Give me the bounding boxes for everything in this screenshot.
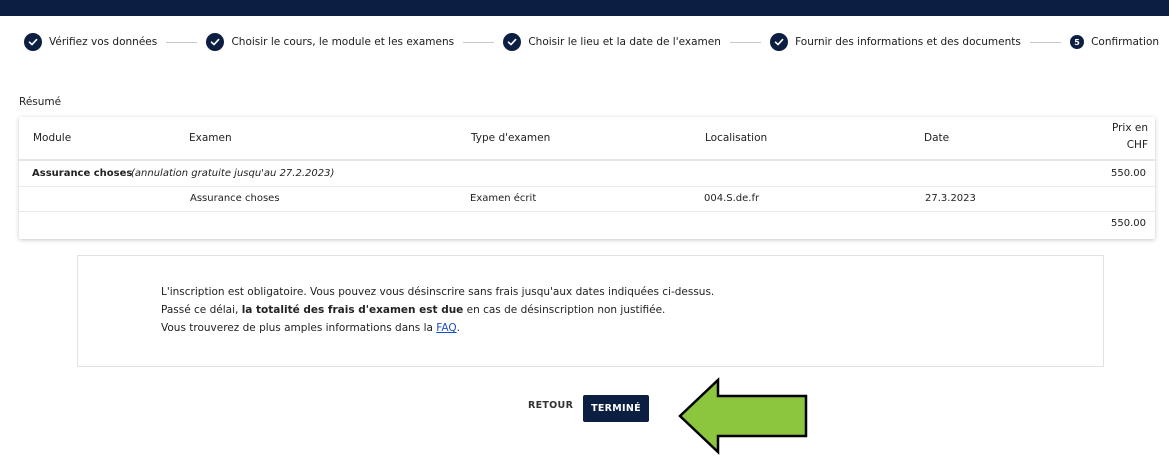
check-icon bbox=[24, 33, 42, 51]
step-label: Confirmation bbox=[1091, 36, 1160, 48]
group-cancellation-note: (annulation gratuite jusqu'au 27.2.2023) bbox=[131, 168, 335, 179]
table-group-row: Assurance choses (annulation gratuite ju… bbox=[19, 163, 1155, 187]
table-header: Module Examen Type d'examen Localisation… bbox=[19, 117, 1155, 161]
top-navigation-bar bbox=[0, 0, 1169, 16]
row-date: 27.3.2023 bbox=[925, 193, 976, 204]
column-header-type: Type d'examen bbox=[471, 132, 551, 144]
notice-line-1: L'inscription est obligatoire. Vous pouv… bbox=[161, 286, 715, 298]
notice-line-2-pre: Passé ce délai, bbox=[161, 304, 242, 316]
summary-table: Module Examen Type d'examen Localisation… bbox=[19, 117, 1155, 239]
step-3[interactable]: Choisir le lieu et la date de l'examen bbox=[503, 33, 721, 51]
check-icon bbox=[770, 33, 789, 51]
step-label: Choisir le lieu et la date de l'examen bbox=[528, 36, 721, 48]
summary-title: Résumé bbox=[19, 96, 62, 108]
step-label: Fournir des informations et des document… bbox=[795, 36, 1021, 48]
back-button[interactable]: RETOUR bbox=[528, 400, 573, 411]
row-examen: Assurance choses bbox=[190, 193, 280, 204]
notice-line-3-post: . bbox=[456, 322, 460, 334]
step-connector bbox=[463, 41, 495, 43]
total-price: 550.00 bbox=[1111, 218, 1146, 229]
group-module: Assurance choses bbox=[32, 168, 133, 179]
column-header-price: Prix en CHF bbox=[1112, 122, 1148, 151]
check-icon bbox=[503, 33, 522, 51]
row-localisation: 004.S.de.fr bbox=[704, 193, 760, 204]
column-header-module: Module bbox=[33, 132, 72, 144]
check-icon bbox=[206, 33, 225, 51]
notice-line-3-pre: Vous trouverez de plus amples informatio… bbox=[161, 322, 437, 334]
table-row: Assurance choses Examen écrit 004.S.de.f… bbox=[19, 187, 1155, 212]
notice-line-2: Passé ce délai, la totalité des frais d'… bbox=[161, 304, 665, 316]
table-total-row: 550.00 bbox=[19, 212, 1155, 239]
info-notice-box: L'inscription est obligatoire. Vous pouv… bbox=[77, 255, 1104, 367]
step-1[interactable]: Vérifiez vos données bbox=[24, 33, 157, 51]
step-label: Vérifiez vos données bbox=[49, 36, 158, 48]
faq-link[interactable]: FAQ bbox=[436, 322, 456, 334]
finish-button[interactable]: TERMINÉ bbox=[583, 395, 649, 422]
notice-line-3: Vous trouverez de plus amples informatio… bbox=[161, 322, 460, 334]
column-header-date: Date bbox=[924, 132, 950, 144]
step-label: Choisir le cours, le module et les exame… bbox=[231, 36, 455, 48]
progress-stepper: Vérifiez vos données Choisir le cours, l… bbox=[24, 31, 1159, 53]
price-header-line2: CHF bbox=[1126, 139, 1148, 151]
price-header-line1: Prix en bbox=[1111, 122, 1148, 134]
column-header-localisation: Localisation bbox=[705, 132, 768, 144]
column-header-examen: Examen bbox=[189, 132, 232, 144]
step-5: 5 Confirmation bbox=[1070, 35, 1159, 49]
arrow-left-icon bbox=[678, 377, 808, 455]
row-type: Examen écrit bbox=[470, 193, 537, 204]
step-connector bbox=[729, 41, 762, 43]
step-connector bbox=[1029, 41, 1062, 43]
step-connector bbox=[166, 41, 198, 43]
notice-line-2-post: en cas de désinscription non justifiée. bbox=[463, 304, 666, 316]
group-price: 550.00 bbox=[1111, 168, 1146, 179]
step-number-badge: 5 bbox=[1070, 35, 1085, 49]
step-2[interactable]: Choisir le cours, le module et les exame… bbox=[206, 33, 454, 51]
notice-line-2-bold: la totalité des frais d'examen est due bbox=[241, 304, 464, 316]
step-4[interactable]: Fournir des informations et des document… bbox=[770, 33, 1021, 51]
